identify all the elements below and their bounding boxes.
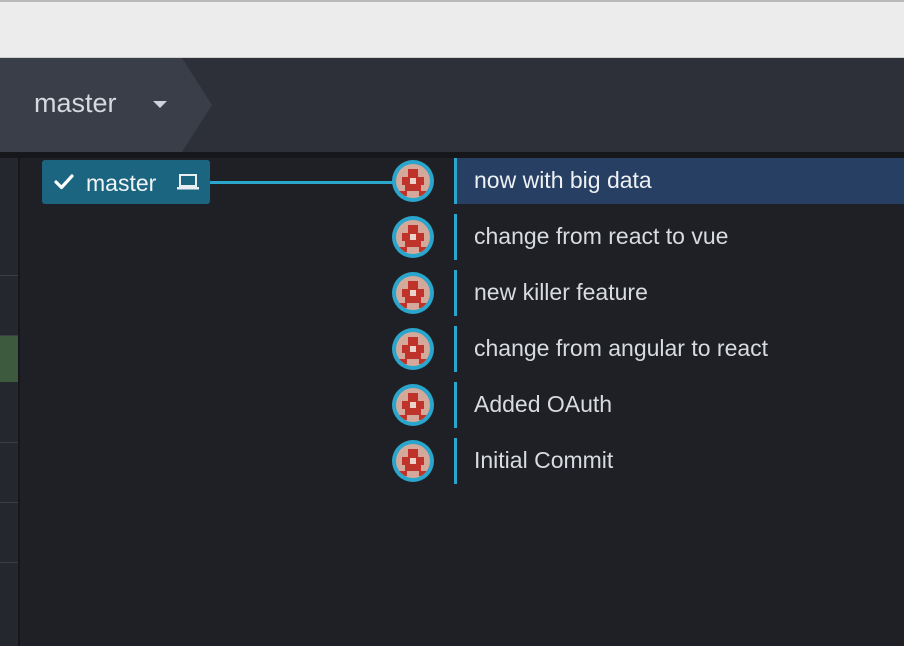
commit-graph-line — [454, 438, 457, 484]
commit-message: Initial Commit — [474, 447, 614, 473]
commit-message: change from react to vue — [474, 223, 729, 249]
commit-row[interactable]: change from angular to react — [22, 326, 904, 372]
commit-row[interactable]: Added OAuth — [22, 382, 904, 428]
chevron-down-icon — [153, 101, 167, 108]
commit-row[interactable]: new killer feature — [22, 270, 904, 316]
commit-message: now with big data — [474, 167, 652, 193]
sidebar-divider — [0, 275, 18, 276]
commit-graph-line — [454, 326, 457, 372]
identicon-avatar-icon — [392, 216, 434, 258]
toolbar: master — [0, 58, 904, 152]
commit-row[interactable]: Initial Commit — [22, 438, 904, 484]
commit-graph-line — [454, 270, 457, 316]
sidebar-active-item[interactable] — [0, 336, 18, 382]
sidebar-divider — [0, 502, 18, 503]
identicon-avatar-icon — [392, 384, 434, 426]
identicon-avatar-icon — [392, 160, 434, 202]
left-sidebar[interactable] — [0, 158, 20, 646]
commit-graph-line — [454, 382, 457, 428]
identicon-avatar-icon — [392, 272, 434, 314]
commit-row[interactable]: change from react to vue — [22, 214, 904, 260]
branch-selector-label: master — [34, 88, 117, 118]
commit-message: new killer feature — [474, 279, 648, 305]
commit-graph-line — [454, 158, 457, 204]
sidebar-divider — [0, 442, 18, 443]
commit-message: Added OAuth — [474, 391, 613, 417]
commit-graph: master now with big data change from rea… — [22, 158, 904, 646]
identicon-avatar-icon — [392, 440, 434, 482]
commit-row[interactable]: now with big data — [22, 158, 904, 204]
commit-message: change from angular to react — [474, 335, 769, 361]
identicon-avatar-icon — [392, 328, 434, 370]
sidebar-divider — [0, 562, 18, 563]
commit-graph-line — [454, 214, 457, 260]
window-titlebar — [0, 0, 904, 58]
branch-selector[interactable]: master — [0, 58, 212, 152]
